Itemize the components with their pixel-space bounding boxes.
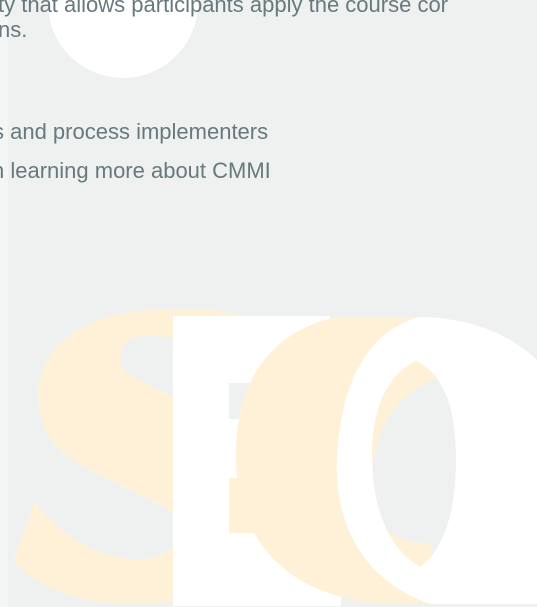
bullet-item-2: n learning more about CMMI bbox=[0, 158, 271, 183]
intro-line-1: ty that allows participants apply the co… bbox=[0, 0, 449, 17]
bullet-item-1: s and process implementers bbox=[0, 119, 269, 144]
intro-line-2: ns. bbox=[0, 17, 28, 42]
page-content: ty that allows participants apply the co… bbox=[0, 0, 537, 607]
